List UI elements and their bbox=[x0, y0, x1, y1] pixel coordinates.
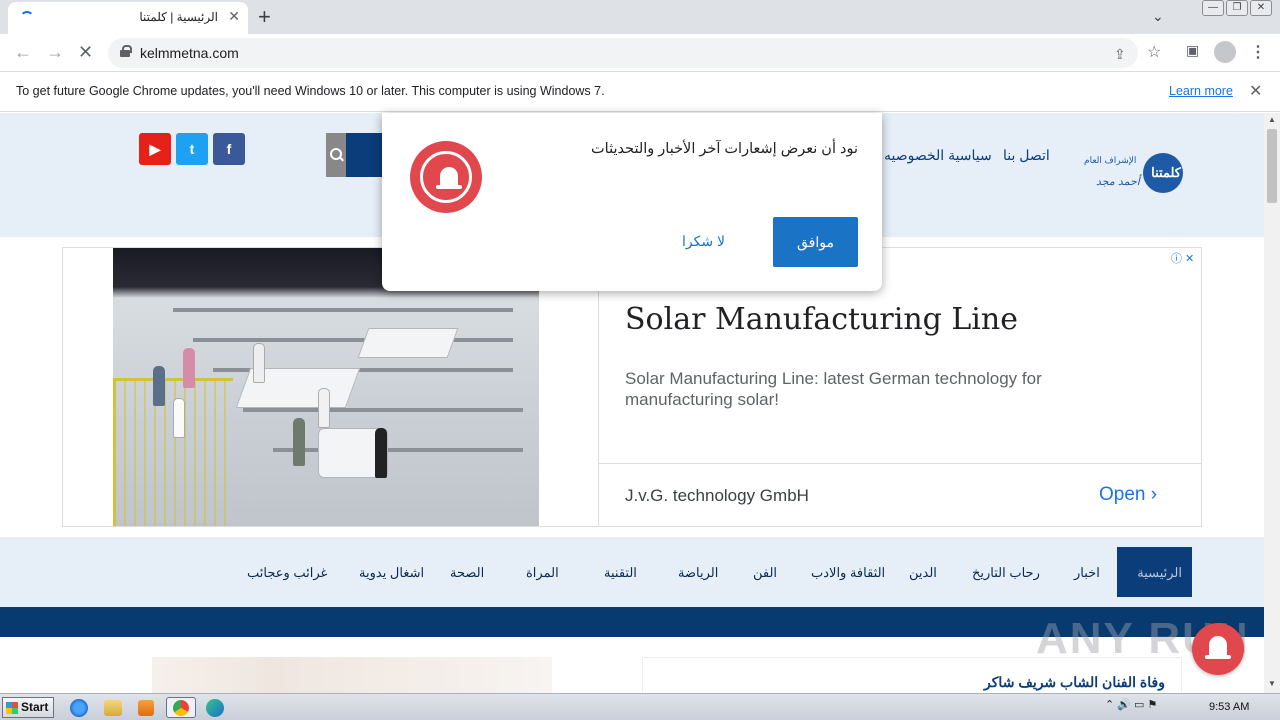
site-search[interactable] bbox=[326, 133, 386, 177]
nav-item-home[interactable]: الرئيسية bbox=[1117, 547, 1192, 597]
article-title[interactable]: وفاة الفنان الشاب شريف شاكر bbox=[984, 674, 1165, 691]
new-tab-button[interactable]: + bbox=[258, 4, 271, 30]
ad-open-button[interactable]: Open › bbox=[1099, 484, 1157, 506]
worker bbox=[153, 366, 165, 406]
bell-icon-ring bbox=[420, 151, 472, 203]
nav-item-sports[interactable]: الرياضة bbox=[678, 565, 718, 581]
nav-item-culture[interactable]: الثقافة والادب bbox=[811, 565, 885, 581]
back-icon[interactable]: ← bbox=[14, 42, 32, 63]
youtube-icon[interactable]: ▶ bbox=[139, 133, 171, 165]
tab-search-icon[interactable]: ⌄ bbox=[1152, 8, 1164, 25]
nav-item-women[interactable]: المراة bbox=[526, 565, 559, 581]
stop-loading-icon[interactable]: ✕ bbox=[78, 42, 93, 63]
tab-close-icon[interactable]: ✕ bbox=[228, 8, 240, 25]
bookmark-star-icon[interactable]: ☆ bbox=[1147, 42, 1161, 62]
conveyor-rail bbox=[193, 338, 513, 342]
ad-advertiser[interactable]: J.v.G. technology GmbH bbox=[625, 486, 809, 506]
solar-sheet bbox=[357, 328, 459, 358]
nav-item-art[interactable]: الفن bbox=[753, 565, 777, 581]
prompt-message: نود أن نعرض إشعارات آخر الأخبار والتحديث… bbox=[591, 141, 858, 157]
adchoices-icon[interactable]: ⓘ ✕ bbox=[1171, 250, 1194, 266]
nav-item-oddities[interactable]: غرائب وعجائب bbox=[247, 565, 327, 581]
ad-open-label: Open bbox=[1099, 484, 1146, 505]
worker bbox=[183, 348, 195, 388]
conveyor-rail bbox=[273, 448, 523, 452]
bell-icon-body bbox=[1209, 636, 1227, 656]
facebook-icon[interactable]: f bbox=[213, 133, 245, 165]
nav-item-tech[interactable]: التقنية bbox=[604, 565, 637, 581]
windows-taskbar: Start ⌃ 🔊 ▭ ⚑ 9:53 AM bbox=[0, 693, 1280, 720]
privacy-link[interactable]: سياسية الخصوصيه bbox=[884, 147, 992, 164]
nav-item-news[interactable]: اخبار bbox=[1074, 565, 1100, 581]
twitter-icon[interactable]: t bbox=[176, 133, 208, 165]
nav-item-religion[interactable]: الدين bbox=[909, 565, 937, 581]
floating-bell-icon[interactable] bbox=[1192, 623, 1244, 675]
logo-subtitle: الإشراف العام bbox=[1084, 155, 1137, 165]
system-tray[interactable]: ⌃ 🔊 ▭ ⚑ bbox=[1105, 698, 1157, 711]
scrollbar-thumb[interactable] bbox=[1267, 129, 1277, 203]
window-controls: — ❐ ✕ bbox=[1202, 0, 1272, 20]
worker bbox=[318, 388, 330, 428]
worker bbox=[293, 418, 305, 466]
profile-avatar-icon[interactable] bbox=[1214, 41, 1236, 63]
contact-link[interactable]: اتصل بنا bbox=[1003, 147, 1050, 164]
window-close-button[interactable]: ✕ bbox=[1250, 0, 1272, 16]
side-panel-icon[interactable]: ▣ bbox=[1186, 42, 1199, 59]
bell-icon-body bbox=[440, 167, 458, 187]
restore-button[interactable]: ❐ bbox=[1226, 0, 1248, 16]
chrome-icon bbox=[173, 700, 189, 716]
article-image[interactable] bbox=[152, 657, 552, 693]
nav-item-label: الرئيسية bbox=[1137, 565, 1182, 580]
logo-text: كلمتنا bbox=[1151, 165, 1181, 180]
update-infobar: To get future Google Chrome updates, you… bbox=[0, 72, 1280, 112]
bell-icon-base bbox=[1205, 655, 1231, 659]
scroll-up-icon[interactable]: ▲ bbox=[1268, 115, 1276, 124]
nav-item-handicrafts[interactable]: اشغال يدوية bbox=[359, 565, 424, 581]
lock-icon[interactable] bbox=[120, 45, 132, 57]
chrome-taskbar-button[interactable] bbox=[166, 697, 196, 718]
worker bbox=[173, 398, 185, 438]
bell-icon bbox=[410, 141, 482, 213]
page-scrollbar[interactable]: ▲ ▼ bbox=[1264, 113, 1280, 693]
infobar-message: To get future Google Chrome updates, you… bbox=[16, 84, 605, 98]
share-icon[interactable]: ⇪ bbox=[1114, 46, 1126, 63]
chevron-right-icon: › bbox=[1150, 484, 1158, 505]
site-logo[interactable]: كلمتنا الإشراف العام أحمد مجد bbox=[1080, 147, 1185, 197]
tab-title: الرئيسية | كلمتنا bbox=[139, 10, 218, 24]
search-icon[interactable] bbox=[326, 133, 346, 177]
menu-kebab-icon[interactable]: ⋮ bbox=[1250, 42, 1266, 62]
minimize-button[interactable]: — bbox=[1202, 0, 1224, 16]
nav-item-health[interactable]: الصحة bbox=[450, 565, 484, 581]
ad-footer[interactable]: J.v.G. technology GmbH Open › bbox=[598, 464, 1202, 526]
ie-icon[interactable] bbox=[70, 699, 88, 717]
taskbar-clock[interactable]: 9:53 AM bbox=[1209, 701, 1249, 713]
ad-headline[interactable]: Solar Manufacturing Line bbox=[625, 302, 1018, 337]
edge-icon[interactable] bbox=[206, 699, 224, 717]
infobar-close-icon[interactable]: ✕ bbox=[1249, 81, 1262, 101]
bell-icon-base bbox=[436, 185, 462, 189]
learn-more-link[interactable]: Learn more bbox=[1169, 84, 1233, 98]
nav-item-history[interactable]: رحاب التاريخ bbox=[972, 565, 1040, 581]
deny-button[interactable]: لا شكرا bbox=[682, 233, 725, 250]
notification-prompt: نود أن نعرض إشعارات آخر الأخبار والتحديث… bbox=[382, 113, 882, 291]
scroll-down-icon[interactable]: ▼ bbox=[1268, 679, 1276, 688]
loading-spinner-icon bbox=[20, 11, 34, 25]
explorer-icon[interactable] bbox=[104, 700, 122, 716]
worker bbox=[375, 428, 387, 478]
main-navigation: الرئيسية اخبار رحاب التاريخ الدين الثقاف… bbox=[0, 537, 1264, 607]
start-button[interactable]: Start bbox=[2, 697, 54, 718]
url-text[interactable]: kelmmetna.com bbox=[140, 45, 239, 61]
allow-button[interactable]: موافق bbox=[773, 217, 858, 267]
worker bbox=[253, 343, 265, 383]
ad-description[interactable]: Solar Manufacturing Line: latest German … bbox=[625, 368, 1125, 410]
browser-toolbar: ← → ✕ kelmmetna.com ⇪ ☆ ▣ ⋮ bbox=[0, 34, 1280, 72]
browser-tab[interactable]: الرئيسية | كلمتنا ✕ bbox=[8, 2, 248, 34]
media-player-icon[interactable] bbox=[138, 700, 154, 716]
forward-icon[interactable]: → bbox=[46, 42, 64, 63]
logo-signature: أحمد مجد bbox=[1096, 176, 1140, 188]
tab-strip: الرئيسية | كلمتنا ✕ + ⌄ — ❐ ✕ bbox=[0, 0, 1280, 34]
conveyor-rail bbox=[243, 408, 523, 412]
conveyor-rail bbox=[173, 308, 513, 312]
address-bar[interactable]: kelmmetna.com ⇪ bbox=[108, 38, 1138, 68]
